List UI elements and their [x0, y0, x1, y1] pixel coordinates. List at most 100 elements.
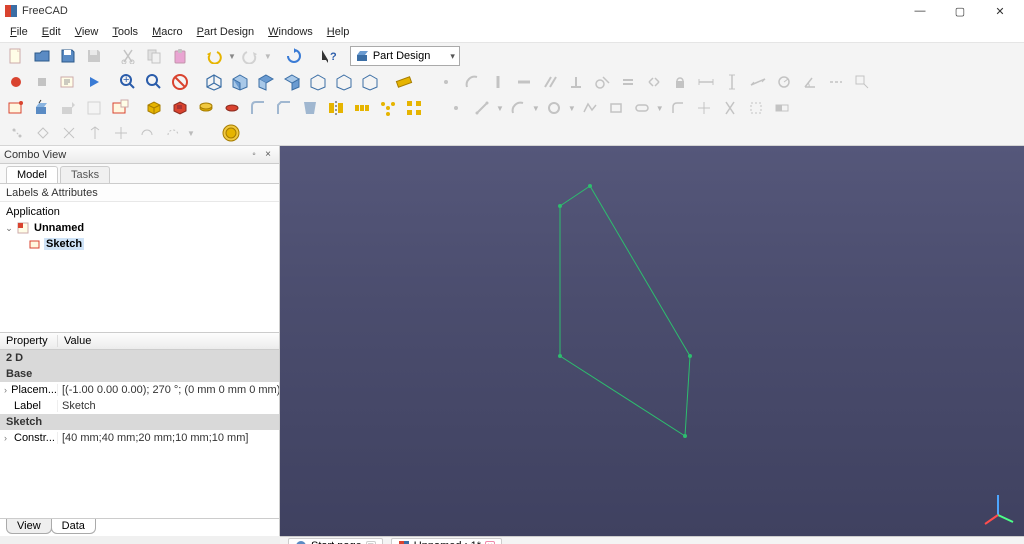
constr-equal-button[interactable]: [616, 70, 640, 94]
macros-button[interactable]: [56, 70, 80, 94]
right-view-button[interactable]: [280, 70, 304, 94]
constr-horizontal-button[interactable]: [512, 70, 536, 94]
menu-view[interactable]: View: [69, 24, 105, 40]
constr-perpendicular-button[interactable]: [564, 70, 588, 94]
tree-row-sketch[interactable]: Sketch: [4, 236, 275, 252]
constr-tangent-button[interactable]: [590, 70, 614, 94]
sk-external-button[interactable]: [718, 96, 742, 120]
menu-help[interactable]: Help: [321, 24, 356, 40]
menu-file[interactable]: File: [4, 24, 34, 40]
open-button[interactable]: [30, 44, 54, 68]
mirror-button[interactable]: [324, 96, 348, 120]
3d-viewport[interactable]: [280, 146, 1024, 536]
draft-button[interactable]: [298, 96, 322, 120]
model-tree[interactable]: Application ⌄ Unnamed Sketch: [0, 202, 279, 332]
draw-style-button[interactable]: [168, 70, 192, 94]
geo-5-button[interactable]: [109, 121, 133, 145]
sk-circle-dropdown-icon[interactable]: ▼: [568, 104, 576, 113]
geo-1-button[interactable]: [5, 121, 29, 145]
front-view-button[interactable]: [228, 70, 252, 94]
fillet-button[interactable]: [246, 96, 270, 120]
prop-row-constraints[interactable]: ›Constr... [40 mm;40 mm;20 mm;10 mm;10 m…: [0, 430, 279, 446]
fit-selection-button[interactable]: [142, 70, 166, 94]
tool-trim-button[interactable]: [824, 70, 848, 94]
save-as-button[interactable]: [82, 44, 106, 68]
menu-edit[interactable]: Edit: [36, 24, 67, 40]
edit-sketch-button[interactable]: [30, 96, 54, 120]
sk-arc-dropdown-icon[interactable]: ▼: [532, 104, 540, 113]
execute-macro-button[interactable]: [82, 70, 106, 94]
constr-symmetric-button[interactable]: [642, 70, 666, 94]
doc-tab-start[interactable]: Start page □: [288, 538, 383, 544]
tab-model[interactable]: Model: [6, 166, 58, 183]
undo-dropdown-icon[interactable]: ▼: [228, 52, 236, 61]
minimize-button[interactable]: —: [900, 0, 940, 22]
whatsthis-button[interactable]: ?: [316, 44, 340, 68]
sk-trim-button[interactable]: [692, 96, 716, 120]
constr-angle-button[interactable]: [798, 70, 822, 94]
tree-row-application[interactable]: Application: [4, 204, 275, 220]
constr-distance-y-button[interactable]: [720, 70, 744, 94]
polar-pattern-button[interactable]: [376, 96, 400, 120]
measure-button[interactable]: [392, 70, 416, 94]
maximize-button[interactable]: ▢: [940, 0, 980, 22]
top-view-button[interactable]: [254, 70, 278, 94]
bottom-view-button[interactable]: [332, 70, 356, 94]
constr-vertical-button[interactable]: [486, 70, 510, 94]
constr-distance-x-button[interactable]: [694, 70, 718, 94]
panel-pin-icon[interactable]: ◦: [247, 149, 261, 160]
new-doc-button[interactable]: [4, 44, 28, 68]
geo-2-button[interactable]: [31, 121, 55, 145]
panel-close-icon[interactable]: ×: [261, 149, 275, 160]
sk-create-rect-button[interactable]: [604, 96, 628, 120]
geo-7-dropdown-icon[interactable]: ▼: [187, 129, 195, 138]
geo-6-button[interactable]: [135, 121, 159, 145]
groove-button[interactable]: [220, 96, 244, 120]
close-button[interactable]: ✕: [980, 0, 1020, 22]
sk-slot-dropdown-icon[interactable]: ▼: [656, 104, 664, 113]
paste-button[interactable]: [168, 44, 192, 68]
refresh-button[interactable]: [282, 44, 306, 68]
multitransform-button[interactable]: [402, 96, 426, 120]
constr-lock-button[interactable]: [668, 70, 692, 94]
pocket-button[interactable]: [168, 96, 192, 120]
menu-partdesign[interactable]: Part Design: [191, 24, 260, 40]
menu-tools[interactable]: Tools: [106, 24, 144, 40]
constr-parallel-button[interactable]: [538, 70, 562, 94]
new-sketch-button[interactable]: [4, 96, 28, 120]
sk-create-slot-button[interactable]: [630, 96, 654, 120]
tab-view[interactable]: View: [6, 519, 52, 534]
prop-row-placement[interactable]: ›Placem... [(-1.00 0.00 0.00); 270 °; (0…: [0, 382, 279, 398]
isometric-view-button[interactable]: [202, 70, 226, 94]
sk-fillet-button[interactable]: [666, 96, 690, 120]
expand-icon[interactable]: ›: [4, 433, 12, 443]
sk-create-circle-button[interactable]: [542, 96, 566, 120]
tool-external-button[interactable]: [850, 70, 874, 94]
sk-point-button[interactable]: [434, 70, 458, 94]
undo-button[interactable]: [202, 44, 226, 68]
revolution-button[interactable]: [194, 96, 218, 120]
rear-view-button[interactable]: [306, 70, 330, 94]
sk-toggle-button[interactable]: [770, 96, 794, 120]
fit-all-button[interactable]: +: [116, 70, 140, 94]
tab-data[interactable]: Data: [51, 519, 96, 534]
menu-macro[interactable]: Macro: [146, 24, 189, 40]
geo-3-button[interactable]: [57, 121, 81, 145]
stop-macro-button[interactable]: [30, 70, 54, 94]
prop-row-label[interactable]: ›Label Sketch: [0, 398, 279, 414]
geo-4-button[interactable]: [83, 121, 107, 145]
constr-distance-button[interactable]: [746, 70, 770, 94]
redo-button[interactable]: [238, 44, 262, 68]
map-sketch-button[interactable]: [82, 96, 106, 120]
menu-windows[interactable]: Windows: [262, 24, 319, 40]
coin-button[interactable]: [219, 121, 243, 145]
sk-line-dropdown-icon[interactable]: ▼: [496, 104, 504, 113]
cut-button[interactable]: [116, 44, 140, 68]
save-button[interactable]: [56, 44, 80, 68]
sk-create-arc-button[interactable]: [506, 96, 530, 120]
axis-gizmo-icon[interactable]: [978, 490, 1018, 530]
left-view-button[interactable]: [358, 70, 382, 94]
record-macro-button[interactable]: [4, 70, 28, 94]
redo-dropdown-icon[interactable]: ▼: [264, 52, 272, 61]
pad-button[interactable]: [142, 96, 166, 120]
